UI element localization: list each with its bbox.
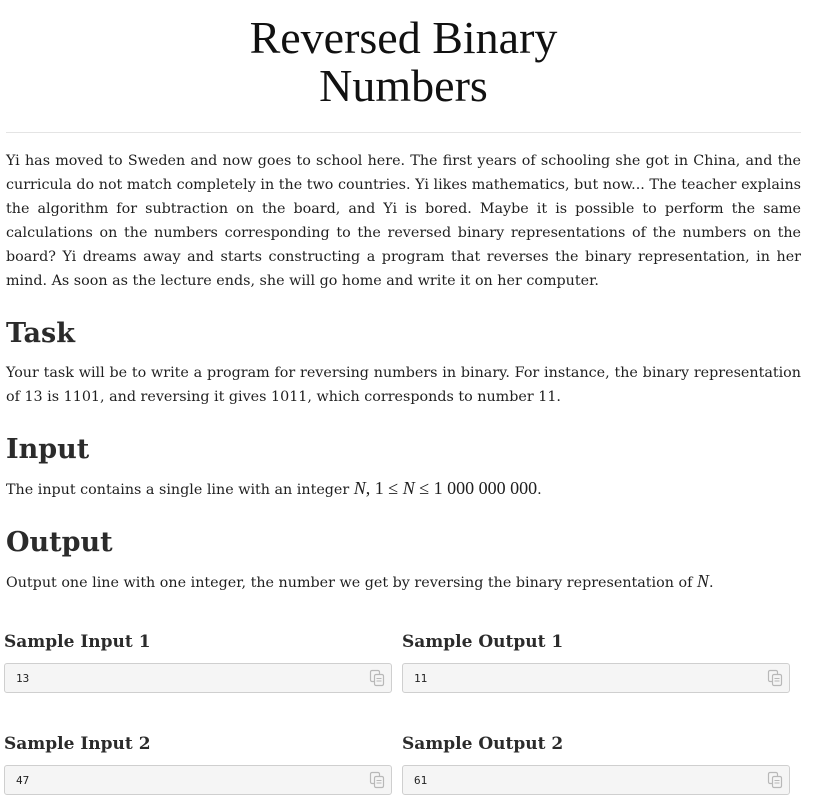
sample-input-1: Sample Input 1 13 xyxy=(4,631,394,693)
sample-output-1-box: 11 xyxy=(402,663,790,693)
input-text-after: . xyxy=(537,482,542,498)
page-title: Reversed Binary Numbers xyxy=(6,14,801,110)
output-math: N xyxy=(697,571,709,591)
sample-output-1: Sample Output 1 11 xyxy=(402,631,792,693)
sample-input-1-box: 13 xyxy=(4,663,392,693)
title-divider xyxy=(6,132,801,133)
sample-output-1-value: 11 xyxy=(414,672,428,685)
sample-output-1-label: Sample Output 1 xyxy=(402,632,564,652)
sample-output-2: Sample Output 2 61 xyxy=(402,733,792,795)
sample-row-1: Sample Input 1 13 Sample Output 1 11 xyxy=(4,631,797,701)
sample-output-2-box: 61 xyxy=(402,765,790,795)
input-heading: Input xyxy=(6,434,90,465)
input-math-end: ≤ 1 000 000 000 xyxy=(414,478,538,498)
output-var: N xyxy=(696,571,709,591)
copy-icon[interactable] xyxy=(767,771,783,789)
sample-input-1-value: 13 xyxy=(16,672,30,685)
sample-input-2-box: 47 xyxy=(4,765,392,795)
input-text-before: The input contains a single line with an… xyxy=(6,482,354,498)
input-var-2: N xyxy=(402,478,415,498)
task-paragraph: Your task will be to write a program for… xyxy=(6,365,801,405)
input-math-mid: , 1 ≤ xyxy=(365,478,403,498)
sample-output-2-value: 61 xyxy=(414,774,428,787)
output-paragraph: Output one line with one integer, the nu… xyxy=(6,569,801,595)
output-text-before: Output one line with one integer, the nu… xyxy=(6,575,697,591)
input-paragraph: The input contains a single line with an… xyxy=(6,476,801,502)
task-heading: Task xyxy=(6,318,75,349)
sample-input-2-value: 47 xyxy=(16,774,30,787)
sample-input-2-label: Sample Input 2 xyxy=(4,734,151,754)
sample-input-2: Sample Input 2 47 xyxy=(4,733,394,795)
copy-icon[interactable] xyxy=(767,669,783,687)
copy-icon[interactable] xyxy=(369,669,385,687)
page-title-text: Reversed Binary Numbers xyxy=(249,12,558,111)
copy-icon[interactable] xyxy=(369,771,385,789)
input-math: N, 1 ≤ N ≤ 1 000 000 000 xyxy=(354,478,537,498)
intro-paragraph: Yi has moved to Sweden and now goes to s… xyxy=(6,153,801,289)
output-text-after: . xyxy=(708,575,714,591)
sample-output-2-label: Sample Output 2 xyxy=(402,734,564,754)
sample-row-2: Sample Input 2 47 Sample Output 2 61 xyxy=(4,733,797,803)
sample-input-1-label: Sample Input 1 xyxy=(4,632,151,652)
output-heading: Output xyxy=(6,527,113,558)
input-var: N xyxy=(353,478,366,498)
problem-page: Reversed Binary Numbers Yi has moved to … xyxy=(6,0,801,595)
